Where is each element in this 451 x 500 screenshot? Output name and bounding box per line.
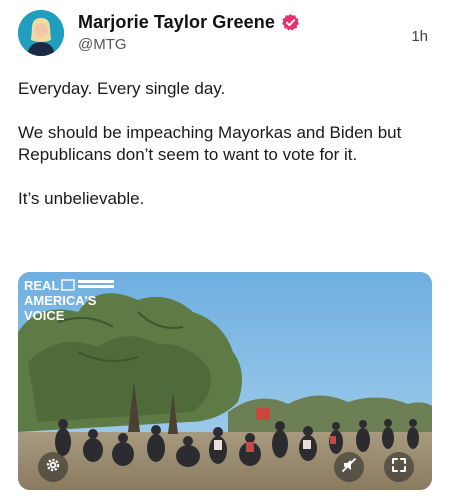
watermark-line-1: REAL (24, 278, 59, 293)
post-paragraph-3: It’s unbelievable. (18, 189, 145, 208)
video-settings-button[interactable] (38, 452, 68, 482)
settings-icon (45, 457, 61, 478)
watermark-line-3: VOICE (24, 308, 65, 323)
avatar[interactable] (18, 10, 64, 56)
post-video[interactable]: REAL AMERICA'S VOICE (18, 272, 432, 490)
watermark-line-2: AMERICA'S (24, 293, 97, 308)
post-card: Marjorie Taylor Greene @MTG 1h Everyday.… (0, 0, 451, 500)
video-mute-button[interactable] (334, 452, 364, 482)
verified-badge-icon (281, 13, 300, 32)
post-timestamp[interactable]: 1h (411, 28, 428, 45)
author-display-name[interactable]: Marjorie Taylor Greene (78, 12, 275, 33)
post-body: Everyday. Every single day. We should be… (18, 78, 438, 232)
fullscreen-icon (391, 457, 407, 478)
post-header: Marjorie Taylor Greene @MTG 1h (18, 8, 438, 58)
author-name-row: Marjorie Taylor Greene (78, 10, 300, 34)
author-handle[interactable]: @MTG (78, 36, 127, 53)
post-paragraph-1: Everyday. Every single day. (18, 79, 226, 98)
video-fullscreen-button[interactable] (384, 452, 414, 482)
mute-icon (341, 457, 357, 478)
post-paragraph-2: We should be impeaching Mayorkas and Bid… (18, 123, 402, 164)
channel-watermark: REAL AMERICA'S VOICE (22, 276, 118, 326)
